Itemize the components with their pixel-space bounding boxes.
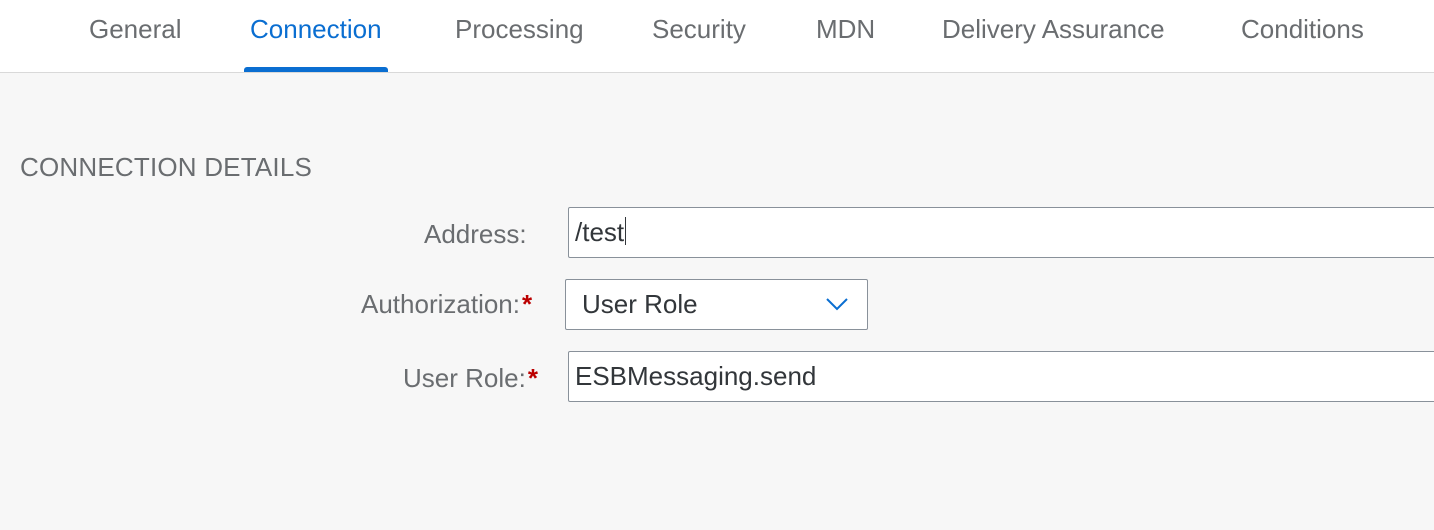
tab-processing[interactable]: Processing <box>455 0 584 72</box>
authorization-label-text: Authorization: <box>361 289 520 319</box>
tab-conditions[interactable]: Conditions <box>1241 0 1364 72</box>
authorization-select[interactable]: User Role <box>565 279 868 330</box>
tab-mdn[interactable]: MDN <box>816 0 875 72</box>
chevron-down-icon[interactable] <box>825 296 849 312</box>
user-role-label-text: User Role: <box>403 363 526 393</box>
tab-general[interactable]: General <box>89 0 182 72</box>
section-title: CONNECTION DETAILS <box>20 152 313 182</box>
tab-connection[interactable]: Connection <box>244 0 388 72</box>
authorization-label: Authorization:* <box>361 289 532 320</box>
tab-security[interactable]: Security <box>652 0 746 72</box>
user-role-value: ESBMessaging.send <box>575 361 817 391</box>
required-marker: * <box>527 363 538 393</box>
user-role-input[interactable]: ESBMessaging.send <box>568 351 1434 402</box>
authorization-selected-value: User Role <box>582 289 698 319</box>
user-role-label: User Role:* <box>403 363 538 394</box>
address-label-text: Address: <box>424 219 527 249</box>
address-label: Address: <box>424 219 527 250</box>
text-cursor <box>625 217 627 245</box>
required-marker: * <box>521 289 533 319</box>
address-input[interactable]: /test <box>568 207 1434 258</box>
tab-delivery-assurance[interactable]: Delivery Assurance <box>942 0 1165 72</box>
address-value: /test <box>575 217 625 247</box>
tab-bar: General Connection Processing Security M… <box>0 0 1434 73</box>
